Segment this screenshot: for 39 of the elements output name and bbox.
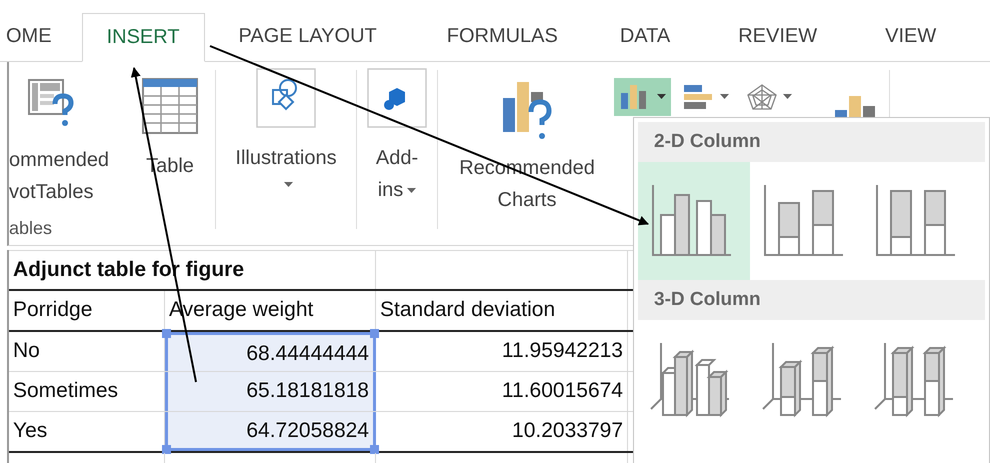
- caret-icon: [783, 94, 792, 100]
- button-label: Illustrations: [235, 146, 337, 171]
- section-header: 3-D Column: [638, 280, 985, 320]
- radar-chart-icon: [745, 83, 779, 111]
- selection-handle[interactable]: [370, 329, 379, 338]
- shapes-icon: [256, 68, 316, 128]
- chart-option[interactable]: [638, 162, 750, 280]
- chart-type-button[interactable]: [614, 78, 671, 116]
- table-icon: [142, 78, 198, 134]
- ribbon-tab[interactable]: OME: [0, 13, 68, 61]
- button-label: votTables: [9, 180, 94, 205]
- ribbon-tab[interactable]: VIEW: [869, 13, 952, 61]
- ribbon-tab[interactable]: PAGE LAYOUT: [222, 13, 393, 61]
- section-header: 2-D Column: [638, 122, 985, 162]
- table-cell[interactable]: 64.72058824: [165, 412, 376, 451]
- button-label: Charts: [498, 188, 556, 213]
- selection-handle[interactable]: [370, 445, 379, 454]
- button-label: Add-: [376, 146, 418, 171]
- caret-icon: [720, 94, 729, 100]
- selection-handle[interactable]: [162, 329, 171, 338]
- ribbon-tab[interactable]: REVIEW: [722, 13, 834, 61]
- ribbon-button[interactable]: ommended votTables: [9, 62, 131, 218]
- table-cell[interactable]: 10.2033797: [376, 412, 628, 451]
- caret-icon: [657, 94, 666, 100]
- table-cell[interactable]: 68.44444444: [165, 332, 376, 371]
- store-icon: [367, 68, 427, 128]
- ribbon-tab[interactable]: FORMULAS: [430, 13, 574, 61]
- table-cell[interactable]: 11.60015674: [376, 372, 628, 411]
- pivot-table-icon: [27, 78, 75, 128]
- ribbon-tab[interactable]: INSERT: [82, 13, 205, 62]
- group-label: ables: [9, 218, 54, 240]
- button-label: ins: [378, 174, 416, 206]
- ribbon-tab[interactable]: DATA: [604, 13, 686, 61]
- table-cell[interactable]: 11.95942213: [376, 332, 628, 371]
- ribbon-button[interactable]: Add- ins: [363, 62, 431, 245]
- selection-handle[interactable]: [162, 445, 171, 454]
- ribbon-button[interactable]: Illustrations: [222, 62, 350, 245]
- button-label: ommended: [9, 148, 110, 173]
- table-cell[interactable]: 65.18181818: [165, 372, 376, 411]
